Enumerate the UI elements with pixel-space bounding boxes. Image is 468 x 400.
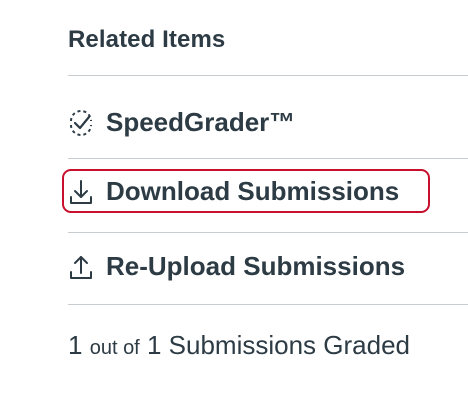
speedgrader-icon: [64, 108, 98, 138]
speedgrader-link[interactable]: SpeedGrader™: [64, 107, 295, 138]
divider: [68, 304, 468, 305]
related-items-heading: Related Items: [68, 26, 226, 53]
upload-icon: [64, 252, 98, 282]
reupload-submissions-label: Re-Upload Submissions: [106, 251, 406, 281]
divider: [68, 158, 468, 159]
download-submissions-link[interactable]: Download Submissions: [64, 176, 399, 207]
download-submissions-label: Download Submissions: [106, 176, 400, 206]
download-icon: [64, 177, 98, 207]
out-of-text: out of: [89, 337, 140, 359]
divider: [68, 75, 468, 76]
speedgrader-label: SpeedGrader™: [106, 107, 296, 137]
reupload-submissions-link[interactable]: Re-Upload Submissions: [64, 251, 405, 282]
divider: [68, 232, 468, 233]
graded-count: 1: [68, 330, 83, 360]
graded-status: 1 out of 1 Submissions Graded: [68, 330, 410, 361]
related-items-panel: Related Items SpeedGrader™ Download Subm…: [62, 0, 468, 400]
graded-total: 1 Submissions Graded: [146, 330, 411, 360]
